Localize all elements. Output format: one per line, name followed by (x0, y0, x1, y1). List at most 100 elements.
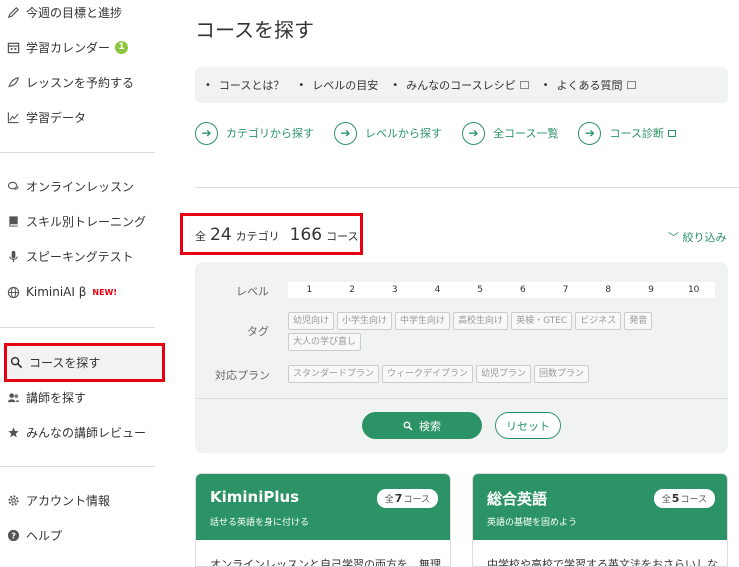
link-what-is-course[interactable]: • コースとは？ (205, 77, 284, 93)
course-card-kiminiplus[interactable]: KiminiPlus 全7コース 話せる英語を身に付ける オンラインレッスンと自… (195, 473, 451, 567)
count-value: 5 (671, 492, 680, 505)
plan-chip[interactable]: スタンダードプラン (288, 365, 380, 383)
sidebar-item-label: 学習データ (26, 110, 87, 125)
plan-chip[interactable]: 回数プラン (534, 365, 590, 383)
link-label: レベルの目安 (312, 79, 379, 92)
tag-label: タグ (247, 325, 269, 338)
level-option[interactable]: 4 (416, 282, 459, 298)
sidebar: 今週の目標と進捗 学習カレンダー 1 レッスンを予約する 学習データ オンライン… (0, 0, 168, 567)
bullet-icon: • (205, 79, 211, 91)
tag-chip[interactable]: 中学生向け (395, 312, 451, 330)
course-unit: コース (326, 230, 359, 243)
sidebar-item-goals[interactable]: 今週の目標と進捗 (6, 0, 158, 24)
sidebar-divider (0, 466, 155, 467)
category-unit: カテゴリ (235, 230, 280, 243)
globe-icon (6, 285, 20, 299)
sidebar-item-speaking-test[interactable]: スピーキングテスト (6, 244, 158, 268)
level-option[interactable]: 3 (373, 282, 416, 298)
filter-toggle[interactable]: ﹀ 絞り込み (668, 229, 727, 245)
sidebar-item-skill-training[interactable]: スキル別トレーニング (6, 209, 158, 233)
card-course-count: 全5コース (653, 489, 715, 508)
sidebar-item-label: アカウント情報 (26, 493, 111, 508)
sidebar-item-teacher-review[interactable]: みんなの講師レビュー (6, 420, 158, 444)
card-header: KiminiPlus 全7コース 話せる英語を身に付ける (196, 474, 450, 540)
main-content: コースを探す • コースとは？ • レベルの目安 • みんなのコースレシピ • よくある… (180, 0, 739, 567)
search-button-label: 検索 (419, 419, 441, 433)
card-description: オンラインレッスンと自己学習の両方を、無理 (210, 558, 441, 567)
search-button[interactable]: 検索 (362, 412, 482, 439)
link-label: よくある質問 (556, 79, 623, 92)
sidebar-item-kiminiai[interactable]: KiminiAI β NEW! (6, 280, 158, 304)
calendar-icon (6, 40, 20, 54)
level-option[interactable]: 2 (331, 282, 374, 298)
plan-chip[interactable]: 幼児プラン (476, 365, 532, 383)
link-level-guide[interactable]: • レベルの目安 (298, 77, 378, 93)
card-subtitle: 英語の基礎を固めよう (487, 518, 578, 528)
card-title: 総合英語 (487, 490, 548, 508)
notification-badge: 1 (115, 40, 129, 54)
plan-chip[interactable]: ウィークデイプラン (382, 365, 474, 383)
level-option[interactable]: 9 (630, 282, 673, 298)
book-icon (6, 214, 20, 228)
sidebar-item-help[interactable]: ? ヘルプ (6, 523, 158, 547)
card-subtitle: 話せる英語を身に付ける (210, 518, 310, 528)
users-icon (6, 390, 20, 404)
card-description: 中学校や高校で学習する英文法をおさらいしな (487, 558, 718, 567)
count-prefix: 全 (661, 495, 671, 505)
section-divider (195, 187, 739, 188)
link-course-recipes[interactable]: • みんなのコースレシピ (392, 77, 529, 93)
page-title: コースを探す (195, 18, 314, 42)
nav-by-category[interactable]: ➔ カテゴリから探す (195, 121, 314, 145)
card-title: KiminiPlus (210, 488, 300, 506)
level-option[interactable]: 8 (587, 282, 630, 298)
new-tag: NEW! (92, 287, 118, 297)
sidebar-item-calendar[interactable]: 学習カレンダー 1 (6, 35, 158, 59)
panel-divider (195, 398, 728, 399)
link-label: みんなのコースレシピ (406, 79, 516, 92)
tag-chip[interactable]: 大人の学び直し (288, 333, 362, 351)
sidebar-item-online-lesson[interactable]: オンラインレッスン (6, 174, 158, 198)
count-unit: コース (403, 495, 430, 505)
tag-chip[interactable]: 高校生向け (453, 312, 509, 330)
plan-label: 対応プラン (215, 369, 270, 382)
course-card-general-english[interactable]: 総合英語 全5コース 英語の基礎を固めよう 中学校や高校で学習する英文法をおさら… (472, 473, 728, 567)
nav-label: 全コース一覧 (493, 127, 559, 140)
sidebar-item-account[interactable]: アカウント情報 (6, 488, 158, 512)
external-link-icon (519, 81, 529, 89)
sidebar-item-reserve[interactable]: レッスンを予約する (6, 70, 158, 94)
count-prefix: 全 (384, 495, 394, 505)
arrow-right-icon: ➔ (578, 121, 602, 145)
reset-button[interactable]: リセット (495, 412, 561, 439)
course-nav: ➔ カテゴリから探す ➔ レベルから探す ➔ 全コース一覧 ➔ コース診断 (195, 121, 728, 145)
sidebar-item-find-course[interactable]: コースを探す (4, 343, 165, 382)
nav-all-courses[interactable]: ➔ 全コース一覧 (462, 121, 559, 145)
tag-chip[interactable]: 幼児向け (288, 312, 335, 330)
link-faq[interactable]: • よくある質問 (543, 77, 636, 93)
help-links-bar: • コースとは？ • レベルの目安 • みんなのコースレシピ • よくある質問 (195, 67, 728, 103)
level-option[interactable]: 5 (459, 282, 502, 298)
nav-by-level[interactable]: ➔ レベルから探す (334, 121, 442, 145)
sidebar-item-find-teacher[interactable]: 講師を探す (6, 385, 158, 409)
bullet-icon: • (392, 79, 399, 91)
chart-line-icon (6, 110, 20, 124)
tag-chip[interactable]: 発音 (624, 312, 653, 330)
search-icon (9, 356, 23, 370)
tag-chip[interactable]: ビジネス (575, 312, 622, 330)
level-option[interactable]: 7 (544, 282, 587, 298)
sidebar-item-label: コースを探す (29, 356, 101, 370)
tag-chip[interactable]: 英検・GTEC (511, 312, 573, 330)
tag-chip[interactable]: 小学生向け (337, 312, 393, 330)
sidebar-item-learning-data[interactable]: 学習データ (6, 105, 158, 129)
link-label: コースとは？ (218, 79, 285, 92)
nav-course-diagnosis[interactable]: ➔ コース診断 (578, 121, 676, 145)
arrow-right-icon: ➔ (334, 121, 357, 145)
level-option[interactable]: 1 (288, 282, 331, 298)
bullet-icon: • (542, 79, 549, 91)
sidebar-item-label: 今週の目標と進捗 (26, 5, 123, 20)
level-option[interactable]: 6 (502, 282, 545, 298)
level-option[interactable]: 10 (672, 282, 715, 298)
nav-label: コース診断 (609, 127, 664, 140)
chat-bubbles-icon (6, 179, 20, 193)
arrow-right-icon: ➔ (195, 121, 218, 145)
chevron-down-icon: ﹀ (668, 231, 679, 244)
